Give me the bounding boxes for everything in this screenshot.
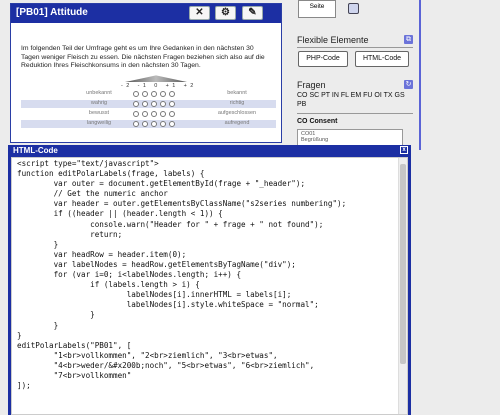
vertical-scrollbar[interactable] (398, 158, 407, 414)
code-line: console.warn("Header for " + frage + " n… (17, 219, 324, 229)
code-line: <script type="text/javascript"> (17, 159, 159, 168)
list-item[interactable]: Begrüßung (301, 137, 399, 143)
code-line: } (17, 320, 59, 330)
divider (297, 113, 413, 114)
dialog-title: HTML-Code (13, 146, 58, 155)
page-icon[interactable] (348, 3, 359, 14)
divider (297, 47, 413, 48)
code-line: labelNodes[i].style.whiteSpace = "normal… (17, 300, 319, 310)
code-line: return; (17, 229, 123, 239)
radio-option[interactable] (142, 111, 148, 117)
code-line: labelNodes[i].innerHTML = labels[i]; (17, 290, 292, 300)
radio-option[interactable] (160, 91, 166, 97)
row-right-label: aufgeschlossen (217, 110, 257, 116)
code-text[interactable]: <script type="text/javascript"> function … (17, 159, 346, 391)
fragen-title: Fragen (297, 80, 326, 90)
code-editor[interactable]: <script type="text/javascript"> function … (11, 157, 408, 415)
radio-option[interactable] (160, 111, 166, 117)
row-right-label: aufregend (224, 120, 250, 126)
code-line: ]); (17, 381, 31, 391)
code-line: if ((header || (header.length < 1)) { (17, 209, 223, 219)
radio-group (133, 111, 178, 119)
radio-option[interactable] (133, 91, 139, 97)
radio-option[interactable] (142, 121, 148, 127)
question-text: Im folgenden Teil der Umfrage geht es um… (21, 45, 265, 69)
code-line: } (17, 239, 59, 249)
scale-numbers: -2 -1 0 +1 +2 (121, 83, 197, 89)
edit-button[interactable]: ✎ (242, 6, 263, 20)
code-line: var outer = document.getElementById(frag… (17, 179, 306, 189)
radio-group (133, 101, 178, 109)
radio-group (133, 91, 178, 99)
settings-button[interactable]: ⚙ (215, 6, 236, 20)
row-right-label: richtig (229, 100, 245, 106)
copy-icon[interactable]: ⧉ (404, 35, 413, 44)
table-row: wahrig richtig (21, 100, 276, 108)
radio-option[interactable] (133, 101, 139, 107)
refresh-icon[interactable]: ↻ (404, 80, 413, 89)
html-code-dialog: HTML-Code x <script type="text/javascrip… (8, 145, 411, 415)
radio-option[interactable] (160, 121, 166, 127)
radio-option[interactable] (133, 121, 139, 127)
panel-border (419, 0, 421, 150)
delete-button[interactable]: ✕ (189, 6, 210, 20)
table-row: unbekannt bekannt (21, 90, 276, 98)
question-card: [PB01] Attitude ✕ ⚙ ✎ Im folgenden Teil … (10, 3, 282, 143)
radio-option[interactable] (169, 91, 175, 97)
code-line: function editPolarLabels(frage, labels) … (17, 169, 205, 179)
radio-option[interactable] (169, 111, 175, 117)
table-row: bewusst aufgeschlossen (21, 110, 276, 118)
radio-option[interactable] (151, 91, 157, 97)
code-line: // Get the numeric anchor (17, 189, 168, 199)
code-line: for (var i=0; i<labelNodes.length; i++) … (17, 270, 242, 280)
radio-option[interactable] (151, 121, 157, 127)
radio-option[interactable] (169, 121, 175, 127)
question-title: [PB01] Attitude (16, 7, 88, 18)
row-left-label: unbekannt (86, 90, 112, 96)
radio-option[interactable] (151, 101, 157, 107)
co-consent-title: CO Consent (297, 118, 338, 125)
radio-option[interactable] (142, 91, 148, 97)
code-line: var headRow = header.item(0); (17, 249, 187, 259)
scale-graphic (125, 75, 187, 82)
radio-group (133, 121, 178, 129)
code-line: editPolarLabels("PB01", [ (17, 340, 132, 350)
radio-option[interactable] (133, 111, 139, 117)
app-root: [PB01] Attitude ✕ ⚙ ✎ Im folgenden Teil … (0, 0, 500, 415)
row-right-label: bekannt (227, 90, 247, 96)
row-left-label: bewusst (88, 110, 110, 116)
html-code-button[interactable]: HTML-Code (355, 51, 409, 67)
dialog-title-bar: HTML-Code x (8, 145, 411, 157)
radio-option[interactable] (169, 101, 175, 107)
flexible-elements-title: Flexible Elemente (297, 35, 369, 45)
code-line: var header = outer.getElementsByClassNam… (17, 199, 347, 209)
question-type-codes[interactable]: CO SC PT IN FL EM FU OI TX GS PB (297, 92, 413, 109)
row-left-label: langweilig (86, 120, 112, 126)
row-left-label: wahrig (90, 100, 108, 106)
radio-option[interactable] (142, 101, 148, 107)
seite-button[interactable]: Seite (298, 0, 336, 18)
scrollbar-thumb[interactable] (400, 164, 406, 364)
close-icon[interactable]: x (400, 146, 408, 154)
radio-option[interactable] (160, 101, 166, 107)
code-line: } (17, 310, 95, 320)
code-line: } (17, 330, 22, 340)
php-code-button[interactable]: PHP-Code (298, 51, 348, 67)
code-line: "1<br>vollkommen", "2<br>ziemlich", "3<b… (17, 350, 278, 360)
code-line: "7<br>vollkommen" (17, 370, 132, 380)
table-row: langweilig aufregend (21, 120, 276, 128)
radio-option[interactable] (151, 111, 157, 117)
code-line: "4<br>weder/&#x200b;noch", "5<br>etwas",… (17, 360, 315, 370)
code-line: if (labels.length > i) { (17, 280, 200, 290)
question-header: [PB01] Attitude ✕ ⚙ ✎ (11, 4, 281, 23)
code-line: var labelNodes = headRow.getElementsByTa… (17, 259, 296, 269)
